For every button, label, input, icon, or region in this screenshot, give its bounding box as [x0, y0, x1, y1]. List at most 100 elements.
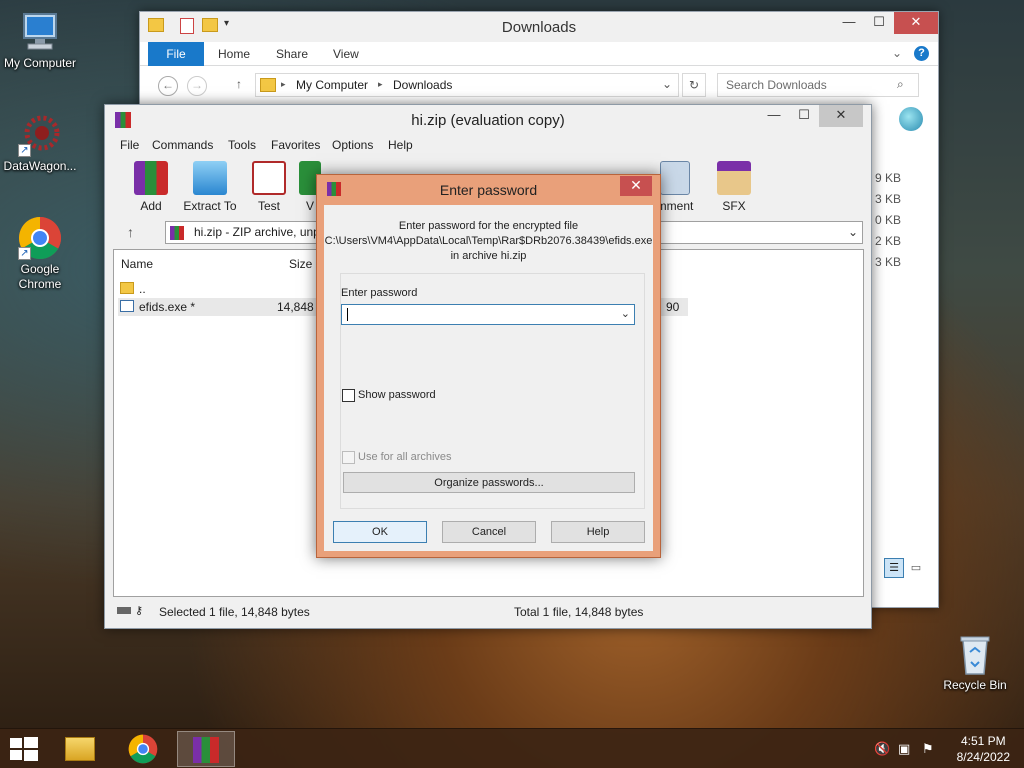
forward-button[interactable]: →	[187, 76, 207, 96]
back-button[interactable]: ←	[158, 76, 178, 96]
search-input[interactable]: Search Downloads	[717, 73, 919, 97]
taskbar-chrome[interactable]	[114, 731, 172, 767]
show-password-label[interactable]: Show password	[358, 389, 436, 401]
start-button[interactable]	[10, 737, 38, 761]
view-label: V	[305, 199, 314, 213]
winrar-title: hi.zip (evaluation copy)	[411, 112, 565, 129]
ribbon-tabs: File Home Share View ⌄ ?	[140, 42, 938, 66]
test-button[interactable]: Test	[241, 161, 297, 213]
up-folder-icon[interactable]: ↑	[127, 224, 134, 240]
close-button[interactable]: ✕	[894, 12, 938, 34]
menu-options[interactable]: Options	[332, 138, 373, 152]
text-caret	[347, 308, 348, 321]
refresh-button[interactable]: ↻	[682, 73, 706, 97]
windows-logo-icon	[10, 737, 38, 761]
winrar-titlebar[interactable]: hi.zip (evaluation copy) — ☐ ✕	[105, 105, 871, 135]
minimize-button[interactable]: —	[834, 12, 864, 34]
status-bar: ⚷ Selected 1 file, 14,848 bytes Total 1 …	[113, 602, 863, 622]
dialog-title: Enter password	[439, 182, 538, 198]
help-icon[interactable]: ?	[914, 46, 929, 61]
show-password-checkbox[interactable]	[342, 389, 355, 402]
parent-folder-icon	[120, 282, 134, 294]
tab-home[interactable]: Home	[218, 47, 250, 61]
explorer-titlebar[interactable]: ▾ Downloads — ☐ ✕	[140, 12, 938, 42]
sfx-box-icon	[717, 161, 751, 195]
menu-file[interactable]: File	[120, 138, 139, 152]
up-button[interactable]: ↑	[236, 77, 242, 91]
tab-share[interactable]: Share	[276, 47, 308, 61]
use-for-all-label: Use for all archives	[358, 451, 452, 463]
computer-folder-icon	[260, 78, 276, 92]
minimize-button[interactable]: —	[759, 105, 789, 127]
password-dialog[interactable]: Enter password ✕ Enter password for the …	[316, 174, 661, 558]
chrome-icon	[128, 734, 158, 764]
status-right: Total 1 file, 14,848 bytes	[514, 605, 644, 619]
password-input[interactable]: ⌄	[341, 304, 635, 325]
column-name[interactable]: Name	[121, 257, 153, 271]
add-button[interactable]: Add	[123, 161, 179, 213]
chrome-icon: ↗	[18, 216, 62, 260]
size-cell: 2 KB	[875, 234, 902, 248]
shortcut-arrow-icon: ↗	[18, 144, 31, 157]
tab-file[interactable]: File	[148, 42, 204, 66]
cancel-button[interactable]: Cancel	[442, 521, 536, 543]
dialog-message-line3: in archive hi.zip	[450, 250, 527, 262]
recycle-bin-icon	[953, 632, 997, 676]
archive-path-text: hi.zip - ZIP archive, unp	[194, 225, 320, 239]
desktop-icon-label: DataWagon...	[3, 159, 77, 173]
action-center-icon[interactable]: ⚑	[922, 741, 934, 757]
password-dropdown-icon[interactable]: ⌄	[621, 307, 630, 320]
organize-passwords-button[interactable]: Organize passwords...	[343, 472, 635, 493]
desktop-icon-label: My Computer	[3, 56, 77, 70]
explorer-title: Downloads	[501, 19, 577, 36]
tab-view[interactable]: View	[333, 47, 359, 61]
test-clipboard-icon	[252, 161, 286, 195]
password-label: Enter password	[341, 287, 418, 299]
menu-commands[interactable]: Commands	[152, 138, 213, 152]
row-extra: 90	[666, 300, 680, 314]
exe-file-icon	[120, 300, 134, 312]
maximize-button[interactable]: ☐	[864, 12, 894, 34]
ok-button[interactable]: OK	[333, 521, 427, 543]
network-icon[interactable]: ▣	[898, 741, 910, 757]
desktop-icon-label: Google Chrome	[18, 262, 62, 291]
dialog-close-button[interactable]: ✕	[620, 176, 652, 196]
archive-add-icon	[134, 161, 168, 195]
desktop-icon-recycle-bin[interactable]: Recycle Bin	[935, 632, 1015, 693]
extract-to-button[interactable]: Extract To	[181, 161, 239, 213]
sfx-button[interactable]: SFX	[706, 161, 762, 213]
path-dropdown-icon[interactable]: ⌄	[848, 225, 858, 239]
help-button[interactable]: Help	[551, 521, 645, 543]
size-cell: 3 KB	[875, 255, 902, 269]
desktop-icon-datawagon[interactable]: ↗ DataWagon...	[0, 113, 80, 174]
breadcrumb-my-computer[interactable]: My Computer	[296, 78, 368, 92]
taskbar-clock[interactable]: 4:51 PM 8/24/2022	[957, 733, 1010, 765]
comment-bubble-icon	[660, 161, 690, 195]
drive-icon	[117, 607, 131, 614]
dialog-body: Enter password for the encrypted file C:…	[324, 205, 653, 551]
breadcrumb-downloads[interactable]: Downloads	[393, 78, 452, 92]
volume-muted-icon[interactable]: 🔇	[874, 741, 890, 757]
dialog-titlebar[interactable]: Enter password ✕	[317, 175, 660, 203]
desktop-icon-google-chrome[interactable]: ↗ Google Chrome	[0, 216, 80, 292]
shortcut-arrow-icon: ↗	[18, 247, 31, 260]
menu-help[interactable]: Help	[388, 138, 413, 152]
thumbnail-view-icon[interactable]: ▭	[908, 560, 924, 576]
dialog-message-line1: Enter password for the encrypted file	[398, 220, 579, 232]
maximize-button[interactable]: ☐	[789, 105, 819, 127]
desktop-icon-label: Recycle Bin	[943, 678, 1007, 692]
column-size[interactable]: Size	[289, 257, 312, 271]
address-bar[interactable]: ▸ My Computer ▸ Downloads ⌄	[255, 73, 679, 97]
menu-tools[interactable]: Tools	[228, 138, 256, 152]
details-view-icon[interactable]: ☰	[884, 558, 904, 578]
menu-favorites[interactable]: Favorites	[271, 138, 320, 152]
address-dropdown-icon[interactable]: ⌄	[662, 77, 672, 91]
use-for-all-checkbox[interactable]	[342, 451, 355, 464]
taskbar-winrar[interactable]	[177, 731, 235, 767]
close-button[interactable]: ✕	[819, 105, 863, 127]
expand-ribbon-icon[interactable]: ⌄	[892, 46, 902, 60]
desktop-icon-my-computer[interactable]: My Computer	[0, 10, 80, 71]
add-label: Add	[140, 199, 162, 213]
extract-to-label: Extract To	[183, 199, 237, 213]
taskbar-file-explorer[interactable]	[51, 731, 109, 767]
